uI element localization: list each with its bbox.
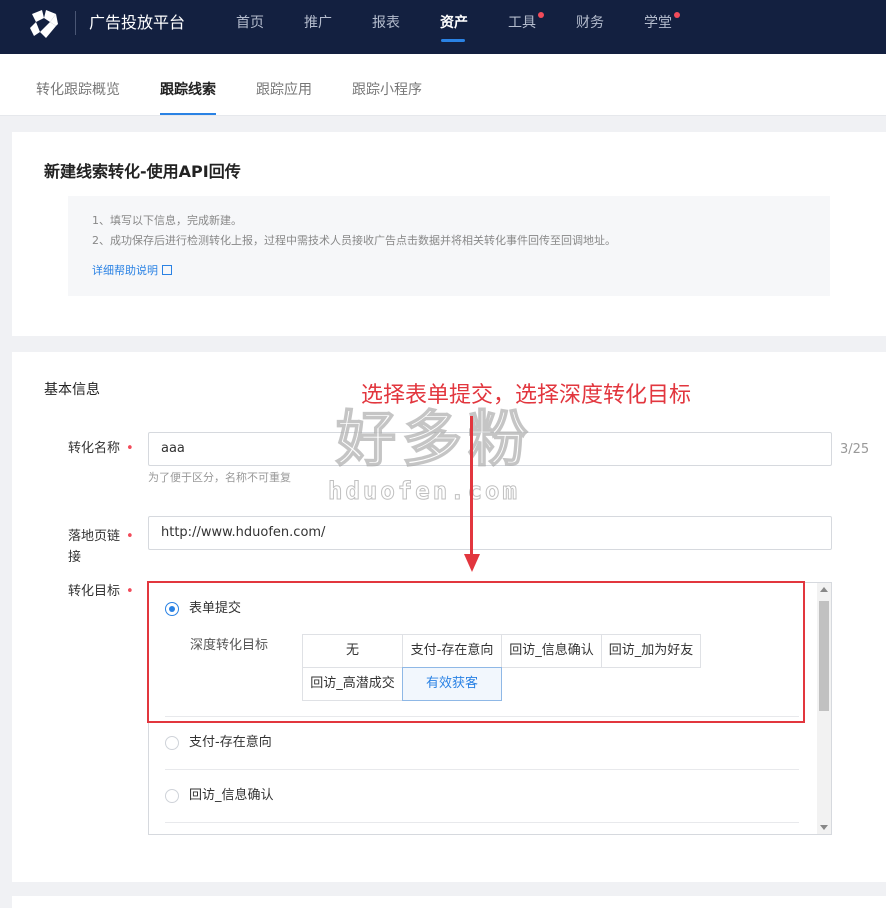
tab-track-miniprogram[interactable]: 跟踪小程序 [352,81,422,99]
page-title: 新建线索转化-使用API回传 [44,162,241,181]
label-text: 转化名称 [68,441,121,456]
label-text: 接 [68,550,82,565]
brand-name: 广告投放平台 [89,13,186,32]
divider [165,716,799,717]
divider [165,769,799,770]
required-mark: • [126,584,134,599]
annotation-arrow [470,416,473,556]
nav-active-indicator [441,39,465,42]
divider [165,822,799,823]
nav-item-tools[interactable]: 工具 [508,14,536,32]
help-link-label: 详细帮助说明 [92,264,158,277]
logo-separator [75,11,76,35]
radio-pay-intent[interactable] [165,736,179,750]
next-card [12,896,886,908]
deep-option-add-friend[interactable]: 回访_加为好友 [601,634,701,668]
nav-item-home[interactable]: 首页 [236,14,264,32]
intro-card: 新建线索转化-使用API回传 1、填写以下信息，完成新建。 2、成功保存后进行检… [12,132,886,336]
section-title: 基本信息 [44,382,100,398]
option-label[interactable]: 回访_信息确认 [189,788,274,804]
option-label[interactable]: 表单提交 [189,601,241,617]
field-label-target: 转化目标 • [68,581,134,602]
watermark-text: 好多粉 [335,404,534,476]
landing-url-input[interactable]: http://www.hduofen.com/ [148,516,832,550]
tip-line: 1、填写以下信息，完成新建。 [92,214,242,227]
conversion-target-list[interactable]: 表单提交 深度转化目标 无 支付-存在意向 回访_信息确认 回访_加为好友 回访… [148,582,832,835]
external-link-icon [162,265,172,275]
deep-target-label: 深度转化目标 [190,638,269,653]
radio-form-submit[interactable] [165,602,179,616]
watermark-url: hduofen.com [328,477,520,506]
tip-box: 1、填写以下信息，完成新建。 2、成功保存后进行检测转化上报，过程中需技术人员接… [68,196,830,296]
notification-dot [674,12,680,18]
deep-option-none[interactable]: 无 [302,634,403,668]
field-label-name: 转化名称 • [68,438,134,459]
nav-item-reports[interactable]: 报表 [372,14,400,32]
option-label[interactable]: 支付-存在意向 [189,735,272,751]
required-mark: • [126,441,134,456]
label-text: 转化目标 [68,584,121,599]
notification-dot [538,12,544,18]
scrollbar[interactable] [817,583,831,834]
field-label-landing: 落地页链 • 接 [68,526,134,568]
tab-track-apps[interactable]: 跟踪应用 [256,81,312,99]
deep-option-pay-intent[interactable]: 支付-存在意向 [402,634,502,668]
tab-conversion-overview[interactable]: 转化跟踪概览 [36,81,120,99]
deep-option-high-potential[interactable]: 回访_高潜成交 [302,667,403,701]
tab-active-indicator [160,113,216,115]
scroll-down-arrow-icon[interactable] [820,825,828,830]
label-text: 落地页链 [68,529,121,544]
nav-item-academy[interactable]: 学堂 [644,14,672,32]
radio-info-confirm[interactable] [165,789,179,803]
help-link[interactable]: 详细帮助说明 [92,264,172,278]
tab-track-leads[interactable]: 跟踪线索 [160,81,216,99]
annotation-arrow-head-icon [464,554,480,572]
sub-tabs: 转化跟踪概览 跟踪线索 跟踪应用 跟踪小程序 [0,54,886,116]
nav-item-assets[interactable]: 资产 [440,14,468,32]
tip-line: 2、成功保存后进行检测转化上报，过程中需技术人员接收广告点击数据并将相关转化事件… [92,234,616,247]
nav-item-finance[interactable]: 财务 [576,14,604,32]
required-mark: • [126,529,134,544]
deep-option-valid-lead[interactable]: 有效获客 [402,667,502,701]
annotation-text: 选择表单提交，选择深度转化目标 [361,383,692,408]
char-counter: 3/25 [840,442,870,457]
scroll-up-arrow-icon[interactable] [820,587,828,592]
nav-item-promotion[interactable]: 推广 [304,14,332,32]
top-nav: 广告投放平台 首页 推广 报表 资产 工具 财务 学堂 [0,0,886,54]
name-hint: 为了便于区分，名称不可重复 [148,471,291,484]
scrollbar-thumb[interactable] [819,601,829,711]
brand-logo-icon[interactable] [26,6,62,42]
deep-option-info-confirm[interactable]: 回访_信息确认 [501,634,602,668]
